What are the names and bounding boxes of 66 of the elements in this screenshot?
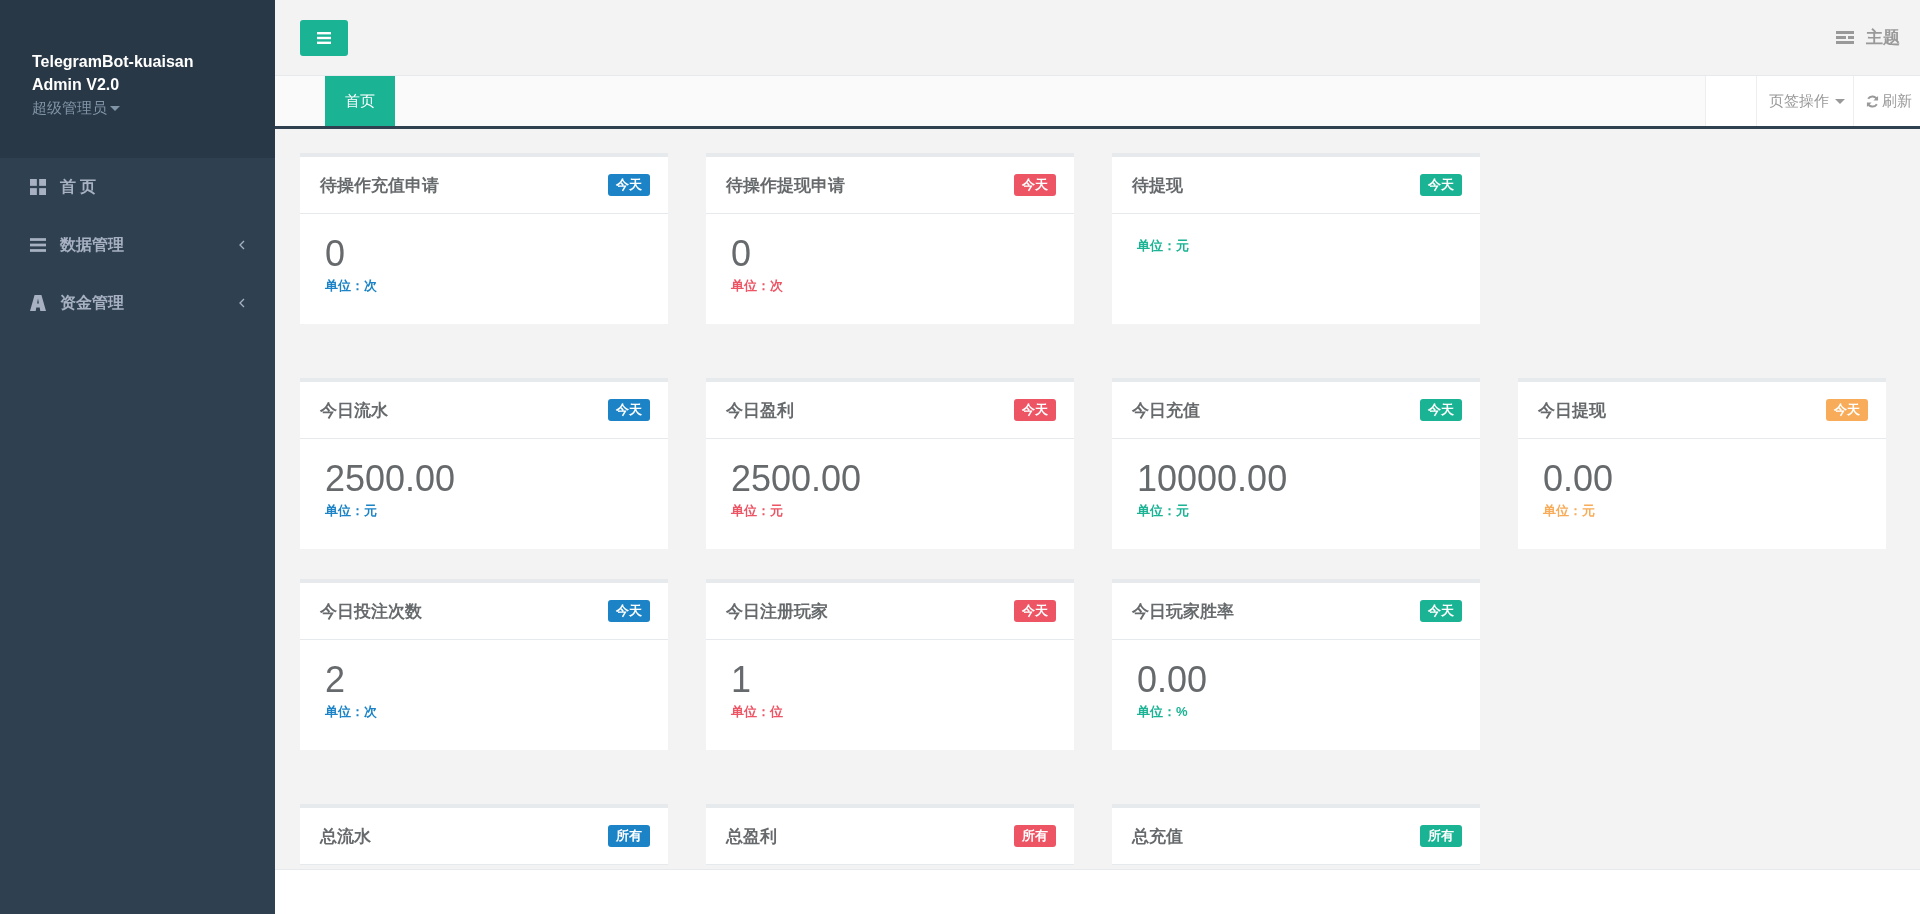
unit-label: 单位：次 xyxy=(325,277,378,295)
unit-label: 单位：位 xyxy=(731,703,784,721)
stat-value: 10000.00 xyxy=(1137,459,1289,499)
card-title: 今日提现 xyxy=(1538,399,1606,422)
card-title: 今日流水 xyxy=(320,399,388,422)
card-title: 总流水 xyxy=(320,825,371,848)
period-badge: 今天 xyxy=(1826,399,1868,421)
card-title: 今日注册玩家 xyxy=(726,600,828,623)
menu-icon xyxy=(317,31,331,44)
unit-label: 单位：% xyxy=(1137,703,1189,721)
nav-item[interactable]: 数据管理 xyxy=(0,216,275,274)
brand-title: Admin V2.0 xyxy=(32,75,121,95)
page-tab[interactable]: 首页 xyxy=(325,76,395,126)
period-badge: 今天 xyxy=(1420,600,1462,622)
stat-value: 2 xyxy=(325,660,347,700)
period-badge: 今天 xyxy=(1420,174,1462,196)
chevron-icon xyxy=(239,240,245,250)
period-badge: 所有 xyxy=(1014,825,1056,847)
menu-button[interactable] xyxy=(300,19,348,56)
card-title: 总充值 xyxy=(1132,825,1183,848)
unit-label: 单位：次 xyxy=(325,703,378,721)
stat-value: 0 xyxy=(731,234,753,274)
card-title: 今日投注次数 xyxy=(320,600,422,623)
period-badge: 今天 xyxy=(608,399,650,421)
card-title: 今日玩家胜率 xyxy=(1132,600,1234,623)
unit-label: 单位：元 xyxy=(731,502,784,520)
road-icon xyxy=(30,295,46,311)
period-badge: 所有 xyxy=(1420,825,1462,847)
list-icon xyxy=(30,237,46,253)
period-badge: 今天 xyxy=(1014,174,1056,196)
card-title: 待操作提现申请 xyxy=(726,174,845,197)
unit-label: 单位：元 xyxy=(1137,237,1190,255)
grid-icon xyxy=(30,179,46,195)
stat-value: 2500.00 xyxy=(731,459,863,499)
period-badge: 今天 xyxy=(1014,600,1056,622)
card-title: 今日盈利 xyxy=(726,399,794,422)
card-title: 总盈利 xyxy=(726,825,777,848)
card-title: 待操作充值申请 xyxy=(320,174,439,197)
tab-actions-dropdown[interactable]: 页签操作 xyxy=(1756,76,1853,126)
nav-item[interactable]: 资金管理 xyxy=(0,274,275,332)
period-badge: 所有 xyxy=(608,825,650,847)
stat-value: 0.00 xyxy=(1137,660,1209,700)
theme-button[interactable]: 主题 xyxy=(1836,26,1900,49)
card-title: 待提现 xyxy=(1132,174,1183,197)
unit-label: 单位：次 xyxy=(731,277,784,295)
nav-item[interactable]: 首 页 xyxy=(0,158,275,216)
unit-label: 单位：元 xyxy=(325,502,378,520)
role-dropdown[interactable]: 超级管理员 xyxy=(32,96,120,120)
refresh-button[interactable]: 刷新 xyxy=(1853,76,1920,126)
stat-value: 1 xyxy=(731,660,753,700)
theme-icon xyxy=(1836,30,1854,45)
card-title: 今日充值 xyxy=(1132,399,1200,422)
stat-value: 0.00 xyxy=(1543,459,1615,499)
period-badge: 今天 xyxy=(1014,399,1056,421)
caret-icon xyxy=(110,105,120,111)
caret-icon xyxy=(1835,98,1845,104)
chevron-icon xyxy=(239,298,245,308)
refresh-icon xyxy=(1866,94,1879,108)
period-badge: 今天 xyxy=(1420,399,1462,421)
unit-label: 单位：元 xyxy=(1543,502,1596,520)
unit-label: 单位：元 xyxy=(1137,502,1190,520)
period-badge: 今天 xyxy=(608,600,650,622)
brand-title: TelegramBot-kuaisan xyxy=(32,52,195,72)
stat-value: 2500.00 xyxy=(325,459,457,499)
stat-value: 0 xyxy=(325,234,347,274)
period-badge: 今天 xyxy=(608,174,650,196)
